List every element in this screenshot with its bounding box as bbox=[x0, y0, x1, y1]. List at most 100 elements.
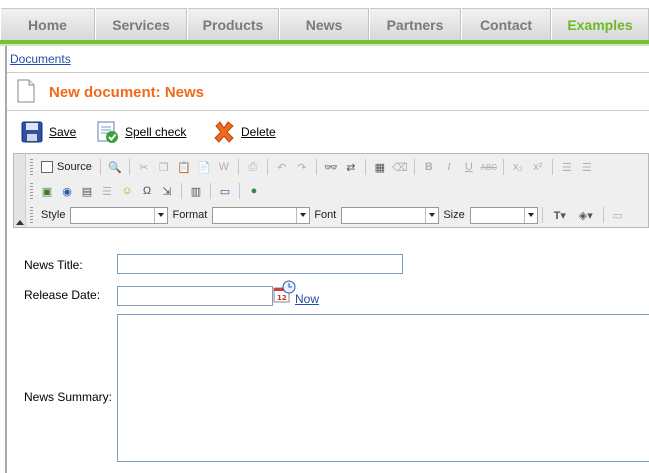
toolbar-separator bbox=[237, 159, 239, 175]
svg-text:12: 12 bbox=[277, 294, 287, 302]
breadcrumb-documents[interactable]: Documents bbox=[10, 52, 71, 66]
collapse-arrow-icon bbox=[16, 220, 24, 225]
image-icon[interactable]: ▣ bbox=[37, 181, 57, 201]
toolbar-separator bbox=[364, 159, 366, 175]
toolbar-separator bbox=[239, 183, 240, 199]
remove-format-icon[interactable]: ⌫ bbox=[390, 157, 410, 177]
toolbar-collapse-toggle[interactable] bbox=[14, 154, 26, 227]
tab-partners[interactable]: Partners bbox=[369, 8, 461, 40]
delete-label: Delete bbox=[241, 125, 276, 139]
toolbar-row-1: Source 🔍 ✂ ❐ 📋 📄 W ⎙ ↶ ↷ 👓 ⇄ ▦ ⌫ B I U A… bbox=[28, 156, 597, 178]
document-icon bbox=[17, 79, 35, 103]
toolbar-separator bbox=[541, 207, 543, 223]
table-icon[interactable]: ▤ bbox=[77, 181, 97, 201]
toolbar-separator bbox=[315, 159, 317, 175]
news-title-input[interactable] bbox=[117, 254, 403, 274]
toolbar-row-3: Style Format Font Size T▾ ◈▾ ▭ bbox=[28, 204, 628, 226]
chevron-down-icon bbox=[425, 207, 439, 223]
delete-button[interactable]: Delete bbox=[212, 119, 276, 145]
italic-icon[interactable]: I bbox=[439, 157, 459, 177]
now-link[interactable]: Now bbox=[295, 292, 319, 306]
page-break-icon[interactable]: ⇲ bbox=[157, 181, 177, 201]
toolbar-separator bbox=[413, 159, 415, 175]
preview-icon[interactable]: 🔍 bbox=[105, 157, 125, 177]
toolbar-separator bbox=[266, 159, 268, 175]
toolbar-grip bbox=[30, 207, 33, 223]
flash-icon[interactable]: ◉ bbox=[57, 181, 77, 201]
bulleted-list-icon[interactable]: ☰ bbox=[577, 157, 597, 177]
divider bbox=[7, 72, 649, 73]
release-date-label: Release Date: bbox=[24, 288, 101, 302]
news-summary-textarea[interactable] bbox=[117, 314, 649, 462]
style-select[interactable] bbox=[70, 206, 169, 224]
paste-icon[interactable]: 📋 bbox=[174, 157, 194, 177]
toolbar-separator bbox=[210, 183, 211, 199]
background-color-icon[interactable]: ◈▾ bbox=[573, 205, 599, 225]
bold-icon[interactable]: B bbox=[419, 157, 439, 177]
underline-icon[interactable]: U bbox=[459, 157, 479, 177]
cut-icon[interactable]: ✂ bbox=[134, 157, 154, 177]
smiley-icon[interactable]: ☺ bbox=[117, 181, 137, 201]
size-select[interactable] bbox=[469, 206, 538, 224]
source-label: Source bbox=[57, 161, 92, 173]
font-select[interactable] bbox=[341, 206, 440, 224]
source-button[interactable]: Source bbox=[37, 157, 96, 177]
subscript-icon[interactable]: x₂ bbox=[508, 157, 528, 177]
font-label: Font bbox=[314, 209, 337, 221]
find-icon[interactable]: 👓 bbox=[321, 157, 341, 177]
save-button[interactable]: Save bbox=[20, 119, 76, 145]
redo-icon[interactable]: ↷ bbox=[292, 157, 312, 177]
toolbar-row-2: ▣ ◉ ▤ ☰ ☺ Ω ⇲ ▥ ▭ ● bbox=[28, 180, 264, 202]
special-char-icon[interactable]: Ω bbox=[137, 181, 157, 201]
tab-services[interactable]: Services bbox=[95, 8, 187, 40]
toolbar-separator bbox=[128, 159, 130, 175]
size-label: Size bbox=[443, 209, 465, 221]
style-label: Style bbox=[41, 209, 66, 221]
form-icon[interactable]: ▥ bbox=[186, 181, 206, 201]
select-all-icon[interactable]: ▦ bbox=[370, 157, 390, 177]
numbered-list-icon[interactable]: ☰ bbox=[557, 157, 577, 177]
superscript-icon[interactable]: x² bbox=[528, 157, 548, 177]
print-icon[interactable]: ⎙ bbox=[243, 157, 263, 177]
chevron-down-icon bbox=[296, 207, 310, 223]
page-title: New document: News bbox=[49, 84, 205, 101]
rich-text-toolbar: Source 🔍 ✂ ❐ 📋 📄 W ⎙ ↶ ↷ 👓 ⇄ ▦ ⌫ B I U A… bbox=[13, 153, 649, 228]
tab-examples[interactable]: Examples bbox=[551, 8, 649, 40]
toolbar-separator bbox=[181, 183, 182, 199]
spell-check-label: Spell check bbox=[125, 125, 187, 139]
replace-icon[interactable]: ⇄ bbox=[341, 157, 361, 177]
globe-icon[interactable]: ● bbox=[244, 181, 264, 201]
toolbar-separator bbox=[99, 159, 101, 175]
tab-home[interactable]: Home bbox=[0, 8, 95, 40]
news-summary-label: News Summary: bbox=[24, 390, 113, 404]
tab-news[interactable]: News bbox=[279, 8, 369, 40]
floppy-disk-icon bbox=[21, 121, 43, 143]
save-label: Save bbox=[49, 125, 77, 139]
calendar-icon[interactable]: 12 bbox=[273, 280, 297, 306]
toolbar-grip bbox=[30, 159, 33, 175]
paste-word-icon[interactable]: W bbox=[214, 157, 234, 177]
format-select[interactable] bbox=[212, 206, 311, 224]
text-color-icon[interactable]: T▾ bbox=[547, 205, 573, 225]
toolbar-separator bbox=[602, 207, 604, 223]
format-label: Format bbox=[172, 209, 208, 221]
undo-icon[interactable]: ↶ bbox=[272, 157, 292, 177]
toolbar-separator bbox=[551, 159, 553, 175]
chevron-down-icon bbox=[523, 207, 537, 223]
template-icon[interactable]: ▭ bbox=[215, 181, 235, 201]
toolbar-grip bbox=[30, 183, 33, 199]
maximize-icon[interactable]: ▭ bbox=[608, 205, 628, 225]
strikethrough-icon[interactable]: ABC bbox=[479, 157, 499, 177]
spell-check-icon bbox=[97, 121, 118, 143]
paste-text-icon[interactable]: 📄 bbox=[194, 157, 214, 177]
chevron-down-icon bbox=[154, 207, 168, 223]
tab-contact[interactable]: Contact bbox=[461, 8, 551, 40]
nav-accent-shadow bbox=[0, 44, 649, 46]
release-date-input[interactable] bbox=[117, 286, 273, 306]
horizontal-rule-icon[interactable]: ☰ bbox=[97, 181, 117, 201]
copy-icon[interactable]: ❐ bbox=[154, 157, 174, 177]
divider bbox=[7, 110, 649, 111]
top-navigation: Home Services Products News Partners Con… bbox=[0, 0, 649, 46]
spell-check-button[interactable]: Spell check bbox=[96, 119, 186, 145]
tab-products[interactable]: Products bbox=[187, 8, 279, 40]
